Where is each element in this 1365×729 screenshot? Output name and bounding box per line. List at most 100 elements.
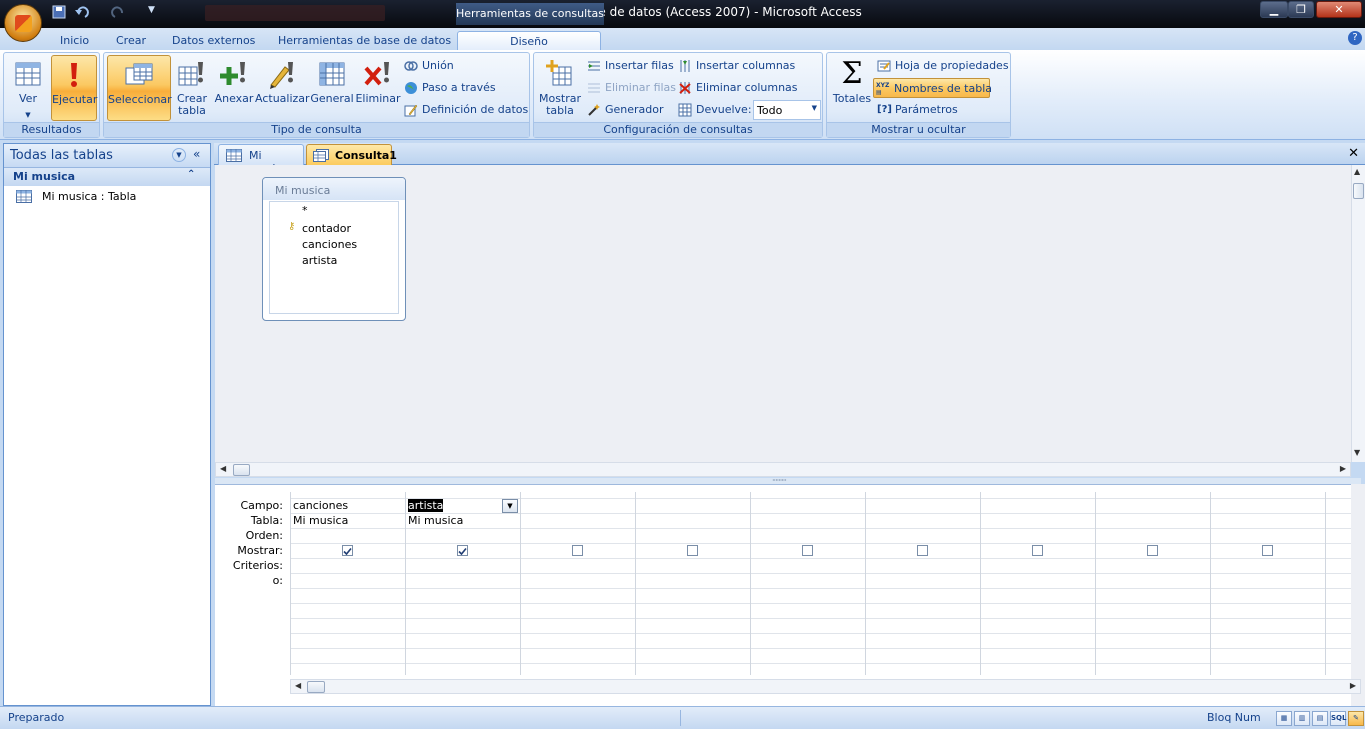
field-artista[interactable]: artista (302, 254, 337, 267)
parameters-icon: [?] (877, 104, 892, 115)
doc-tab-consulta1[interactable]: Consulta1 (306, 144, 397, 165)
design-vertical-scrollbar[interactable]: ▲ ▼ (1351, 165, 1365, 462)
tab-diseno[interactable]: Diseño (457, 31, 601, 50)
ejecutar-button[interactable]: Ejecutar (51, 55, 97, 121)
help-icon[interactable]: ? (1348, 31, 1362, 45)
grid-mostrar-checkbox[interactable] (917, 545, 928, 556)
grid-mostrar-checkbox[interactable] (1032, 545, 1043, 556)
definicion-datos-button[interactable]: Definición de datos (402, 100, 528, 120)
grid-mostrar-checkbox[interactable] (1262, 545, 1273, 556)
grid-mostrar-checkbox[interactable] (457, 545, 468, 556)
grid-tabla-cell[interactable]: Mi musica (293, 514, 348, 527)
grid-campo-cell[interactable]: canciones (293, 499, 348, 512)
save-icon[interactable] (52, 5, 66, 23)
group-label-configuracion: Configuración de consultas (534, 122, 822, 137)
query-design-grid[interactable]: Campo: Tabla: Orden: Mostrar: Criterios: o: c… (215, 484, 1361, 706)
field-list-mi-musica[interactable]: Mi musica * ⚷ contador canciones artista (262, 177, 406, 321)
union-button[interactable]: Unión (402, 56, 454, 76)
nav-menu-chevron-icon[interactable]: ▼ (172, 148, 186, 162)
design-horizontal-scrollbar[interactable]: ◀ ▶ (215, 462, 1351, 477)
close-button[interactable]: ✕ (1316, 1, 1362, 18)
grid-tabla-cell[interactable]: Mi musica (408, 514, 463, 527)
vscroll-thumb[interactable] (1353, 183, 1364, 199)
grid-scroll-gap (1351, 484, 1365, 706)
shutter-bar-close-icon[interactable]: « (193, 147, 200, 161)
parametros-button[interactable]: [?] Parámetros (875, 100, 958, 120)
tab-crear[interactable]: Crear (116, 31, 146, 50)
scroll-left-icon[interactable]: ◀ (220, 464, 226, 473)
exclamation-icon (71, 63, 77, 87)
ver-button[interactable]: Ver ▼ (7, 55, 49, 121)
grid-mostrar-checkbox[interactable] (802, 545, 813, 556)
grid-campo-value: canciones (293, 499, 349, 512)
customize-qat-icon[interactable]: ▼ (148, 5, 155, 23)
delete-columns-icon (679, 82, 691, 94)
general-button[interactable]: General (310, 55, 354, 121)
hscroll-thumb[interactable] (233, 464, 250, 476)
hoja-propiedades-button[interactable]: Hoja de propiedades (875, 56, 1009, 76)
ver-label: Ver (19, 92, 37, 105)
paso-traves-button[interactable]: Paso a través (402, 78, 496, 98)
restore-button[interactable]: ❐ (1288, 1, 1314, 18)
nav-item-mi-musica-tabla[interactable]: Mi musica : Tabla (4, 187, 210, 207)
eliminar-filas-button[interactable]: Eliminar filas (585, 78, 676, 98)
tab-datos-externos[interactable]: Datos externos (172, 31, 255, 50)
nav-group-mi-musica[interactable]: Mi musica ⌃ (4, 168, 210, 186)
globe-icon (405, 82, 417, 94)
scroll-left-icon[interactable]: ◀ (295, 681, 301, 690)
group-label-tipo-consulta: Tipo de consulta (104, 122, 529, 137)
crear-tabla-button[interactable]: Crear tabla (173, 55, 211, 121)
office-button[interactable] (4, 4, 42, 42)
redo-icon[interactable] (107, 5, 127, 23)
navigation-pane: Todas las tablas ▼ « Mi musica ⌃ Mi musi… (3, 143, 211, 706)
generador-button[interactable]: Generador (585, 100, 664, 120)
grid-row-label: o: (272, 574, 283, 587)
field-dropdown-icon[interactable]: ▼ (502, 499, 518, 513)
field-contador[interactable]: contador (302, 222, 351, 235)
seleccionar-button[interactable]: Seleccionar (107, 55, 172, 121)
primary-key-icon: ⚷ (288, 221, 296, 232)
tab-herramientas-bd[interactable]: Herramientas de base de datos (278, 31, 451, 50)
hoja-propiedades-label: Hoja de propiedades (895, 59, 1009, 72)
mostrar-tabla-button[interactable]: Mostrar tabla (537, 55, 583, 121)
devuelve-select[interactable]: Todo ▼ (753, 100, 821, 120)
scroll-down-icon[interactable]: ▼ (1354, 448, 1360, 457)
insertar-filas-button[interactable]: Insertar filas (585, 56, 674, 76)
minimize-button[interactable]: ▁ (1260, 1, 1288, 18)
eliminar-button[interactable]: Eliminar (355, 55, 401, 121)
pivot-chart-view-button[interactable]: ▤ (1312, 711, 1328, 726)
eliminar-columnas-button[interactable]: Eliminar columnas (676, 78, 798, 98)
undo-icon[interactable] (75, 5, 95, 23)
design-view-button[interactable]: ✎ (1348, 711, 1364, 726)
doc-tab-mi-musica[interactable]: Mi musica (218, 144, 304, 175)
totales-label: Totales (832, 92, 872, 105)
grid-campo-cell[interactable]: artista (408, 499, 444, 512)
field-list-title[interactable]: Mi musica (263, 178, 405, 200)
grid-hscroll-thumb[interactable] (307, 681, 325, 693)
field-canciones[interactable]: canciones (302, 238, 357, 251)
collapse-group-icon[interactable]: ⌃ (187, 169, 195, 180)
eliminar-label: Eliminar (355, 92, 401, 105)
grid-mostrar-checkbox[interactable] (1147, 545, 1158, 556)
grid-mostrar-checkbox[interactable] (572, 545, 583, 556)
tab-inicio[interactable]: Inicio (60, 31, 89, 50)
datasheet-view-button[interactable]: ▦ (1276, 711, 1292, 726)
sigma-icon: Σ (841, 56, 863, 91)
field-asterisk[interactable]: * (302, 204, 308, 217)
grid-mostrar-checkbox[interactable] (687, 545, 698, 556)
insertar-columnas-button[interactable]: Insertar columnas (676, 56, 795, 76)
nav-header[interactable]: Todas las tablas ▼ « (4, 144, 210, 168)
scroll-right-icon[interactable]: ▶ (1340, 464, 1346, 473)
totales-button[interactable]: Σ Totales (830, 55, 874, 121)
mostrar-tabla-label: Mostrar tabla (537, 93, 583, 117)
nombres-tabla-button[interactable]: XYZ ▤ Nombres de tabla (873, 78, 992, 98)
anexar-button[interactable]: Anexar (214, 55, 254, 121)
pivot-table-view-button[interactable]: ▥ (1294, 711, 1310, 726)
grid-mostrar-checkbox[interactable] (342, 545, 353, 556)
sql-view-button[interactable]: SQL (1330, 711, 1346, 726)
grid-horizontal-scrollbar[interactable]: ◀ ▶ (290, 679, 1361, 694)
close-document-icon[interactable]: ✕ (1348, 146, 1359, 161)
actualizar-button[interactable]: Actualizar (255, 55, 310, 121)
scroll-up-icon[interactable]: ▲ (1354, 167, 1360, 176)
scroll-right-icon[interactable]: ▶ (1350, 681, 1356, 690)
